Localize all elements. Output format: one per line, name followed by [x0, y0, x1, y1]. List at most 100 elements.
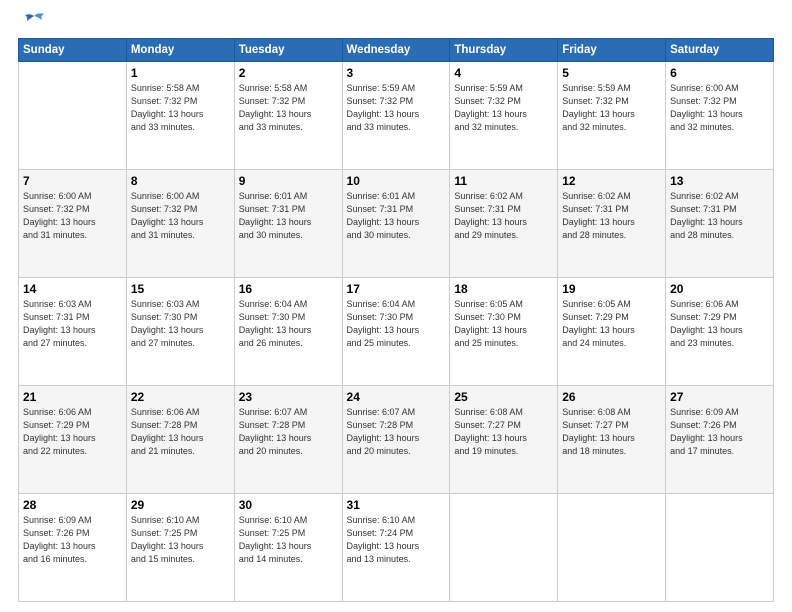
week-row-1: 1 Sunrise: 5:58 AMSunset: 7:32 PMDaylight… [19, 62, 774, 170]
calendar-cell: 18 Sunrise: 6:05 AMSunset: 7:30 PMDayligh… [450, 278, 558, 386]
day-info: Sunrise: 6:02 AMSunset: 7:31 PMDaylight:… [670, 190, 769, 242]
calendar-cell [666, 494, 774, 602]
day-number: 28 [23, 498, 122, 512]
calendar-cell: 31 Sunrise: 6:10 AMSunset: 7:24 PMDayligh… [342, 494, 450, 602]
calendar-cell: 6 Sunrise: 6:00 AMSunset: 7:32 PMDaylight… [666, 62, 774, 170]
calendar-cell: 28 Sunrise: 6:09 AMSunset: 7:26 PMDayligh… [19, 494, 127, 602]
day-number: 13 [670, 174, 769, 188]
day-header-sunday: Sunday [19, 39, 127, 62]
calendar-cell: 17 Sunrise: 6:04 AMSunset: 7:30 PMDayligh… [342, 278, 450, 386]
calendar-cell: 10 Sunrise: 6:01 AMSunset: 7:31 PMDayligh… [342, 170, 450, 278]
day-info: Sunrise: 6:10 AMSunset: 7:25 PMDaylight:… [131, 514, 230, 566]
day-number: 8 [131, 174, 230, 188]
calendar-cell: 13 Sunrise: 6:02 AMSunset: 7:31 PMDayligh… [666, 170, 774, 278]
calendar-cell [19, 62, 127, 170]
day-info: Sunrise: 6:06 AMSunset: 7:28 PMDaylight:… [131, 406, 230, 458]
day-info: Sunrise: 6:04 AMSunset: 7:30 PMDaylight:… [347, 298, 446, 350]
day-number: 23 [239, 390, 338, 404]
day-info: Sunrise: 6:07 AMSunset: 7:28 PMDaylight:… [239, 406, 338, 458]
calendar-cell: 22 Sunrise: 6:06 AMSunset: 7:28 PMDayligh… [126, 386, 234, 494]
day-info: Sunrise: 6:04 AMSunset: 7:30 PMDaylight:… [239, 298, 338, 350]
day-number: 24 [347, 390, 446, 404]
day-number: 3 [347, 66, 446, 80]
calendar-cell: 24 Sunrise: 6:07 AMSunset: 7:28 PMDayligh… [342, 386, 450, 494]
calendar-cell: 20Sunrise: 6:06 AMSunset: 7:29 PMDayligh… [666, 278, 774, 386]
day-number: 18 [454, 282, 553, 296]
day-info: Sunrise: 6:01 AMSunset: 7:31 PMDaylight:… [347, 190, 446, 242]
calendar-cell: 27Sunrise: 6:09 AMSunset: 7:26 PMDayligh… [666, 386, 774, 494]
day-number: 6 [670, 66, 769, 80]
day-number: 29 [131, 498, 230, 512]
day-info: Sunrise: 5:58 AMSunset: 7:32 PMDaylight:… [131, 82, 230, 134]
logo-bird-icon [20, 12, 48, 30]
week-row-3: 14 Sunrise: 6:03 AMSunset: 7:31 PMDayligh… [19, 278, 774, 386]
calendar-cell: 23 Sunrise: 6:07 AMSunset: 7:28 PMDayligh… [234, 386, 342, 494]
day-info: Sunrise: 6:03 AMSunset: 7:31 PMDaylight:… [23, 298, 122, 350]
day-info: Sunrise: 6:05 AMSunset: 7:30 PMDaylight:… [454, 298, 553, 350]
day-header-monday: Monday [126, 39, 234, 62]
day-number: 7 [23, 174, 122, 188]
day-header-thursday: Thursday [450, 39, 558, 62]
day-number: 22 [131, 390, 230, 404]
day-number: 12 [562, 174, 661, 188]
day-number: 17 [347, 282, 446, 296]
calendar-cell: 15 Sunrise: 6:03 AMSunset: 7:30 PMDayligh… [126, 278, 234, 386]
day-info: Sunrise: 6:10 AMSunset: 7:24 PMDaylight:… [347, 514, 446, 566]
day-info: Sunrise: 6:10 AMSunset: 7:25 PMDaylight:… [239, 514, 338, 566]
day-info: Sunrise: 6:02 AMSunset: 7:31 PMDaylight:… [454, 190, 553, 242]
day-info: Sunrise: 6:09 AMSunset: 7:26 PMDaylight:… [670, 406, 769, 458]
calendar-cell: 11 Sunrise: 6:02 AMSunset: 7:31 PMDayligh… [450, 170, 558, 278]
day-info: Sunrise: 6:01 AMSunset: 7:31 PMDaylight:… [239, 190, 338, 242]
day-number: 19 [562, 282, 661, 296]
logo [18, 18, 48, 30]
calendar-cell: 7Sunrise: 6:00 AMSunset: 7:32 PMDaylight… [19, 170, 127, 278]
calendar-header-row: SundayMondayTuesdayWednesdayThursdayFrid… [19, 39, 774, 62]
calendar-cell: 5Sunrise: 5:59 AMSunset: 7:32 PMDaylight… [558, 62, 666, 170]
day-header-wednesday: Wednesday [342, 39, 450, 62]
day-info: Sunrise: 6:00 AMSunset: 7:32 PMDaylight:… [131, 190, 230, 242]
calendar-cell [558, 494, 666, 602]
day-number: 4 [454, 66, 553, 80]
day-info: Sunrise: 6:05 AMSunset: 7:29 PMDaylight:… [562, 298, 661, 350]
calendar-cell: 3 Sunrise: 5:59 AMSunset: 7:32 PMDaylight… [342, 62, 450, 170]
day-header-tuesday: Tuesday [234, 39, 342, 62]
day-number: 31 [347, 498, 446, 512]
calendar-cell: 8 Sunrise: 6:00 AMSunset: 7:32 PMDaylight… [126, 170, 234, 278]
day-number: 20 [670, 282, 769, 296]
calendar-cell: 2Sunrise: 5:58 AMSunset: 7:32 PMDaylight… [234, 62, 342, 170]
day-header-friday: Friday [558, 39, 666, 62]
day-number: 1 [131, 66, 230, 80]
day-number: 11 [454, 174, 553, 188]
calendar-cell: 1 Sunrise: 5:58 AMSunset: 7:32 PMDaylight… [126, 62, 234, 170]
calendar-table: SundayMondayTuesdayWednesdayThursdayFrid… [18, 38, 774, 602]
day-number: 16 [239, 282, 338, 296]
day-number: 14 [23, 282, 122, 296]
calendar-cell: 26Sunrise: 6:08 AMSunset: 7:27 PMDayligh… [558, 386, 666, 494]
day-info: Sunrise: 6:03 AMSunset: 7:30 PMDaylight:… [131, 298, 230, 350]
calendar-cell: 12Sunrise: 6:02 AMSunset: 7:31 PMDayligh… [558, 170, 666, 278]
calendar-cell: 30Sunrise: 6:10 AMSunset: 7:25 PMDayligh… [234, 494, 342, 602]
day-info: Sunrise: 5:58 AMSunset: 7:32 PMDaylight:… [239, 82, 338, 134]
day-info: Sunrise: 5:59 AMSunset: 7:32 PMDaylight:… [454, 82, 553, 134]
calendar-cell [450, 494, 558, 602]
calendar-cell: 21 Sunrise: 6:06 AMSunset: 7:29 PMDayligh… [19, 386, 127, 494]
calendar-cell: 25Sunrise: 6:08 AMSunset: 7:27 PMDayligh… [450, 386, 558, 494]
calendar-cell: 9Sunrise: 6:01 AMSunset: 7:31 PMDaylight… [234, 170, 342, 278]
day-info: Sunrise: 6:06 AMSunset: 7:29 PMDaylight:… [23, 406, 122, 458]
day-info: Sunrise: 6:08 AMSunset: 7:27 PMDaylight:… [562, 406, 661, 458]
day-info: Sunrise: 5:59 AMSunset: 7:32 PMDaylight:… [347, 82, 446, 134]
day-info: Sunrise: 6:09 AMSunset: 7:26 PMDaylight:… [23, 514, 122, 566]
day-info: Sunrise: 6:07 AMSunset: 7:28 PMDaylight:… [347, 406, 446, 458]
calendar-cell: 29 Sunrise: 6:10 AMSunset: 7:25 PMDayligh… [126, 494, 234, 602]
day-number: 21 [23, 390, 122, 404]
header [18, 18, 774, 30]
day-info: Sunrise: 6:00 AMSunset: 7:32 PMDaylight:… [670, 82, 769, 134]
day-info: Sunrise: 5:59 AMSunset: 7:32 PMDaylight:… [562, 82, 661, 134]
week-row-4: 21 Sunrise: 6:06 AMSunset: 7:29 PMDayligh… [19, 386, 774, 494]
calendar-cell: 14 Sunrise: 6:03 AMSunset: 7:31 PMDayligh… [19, 278, 127, 386]
day-number: 25 [454, 390, 553, 404]
calendar-cell: 16 Sunrise: 6:04 AMSunset: 7:30 PMDayligh… [234, 278, 342, 386]
week-row-5: 28 Sunrise: 6:09 AMSunset: 7:26 PMDayligh… [19, 494, 774, 602]
day-number: 10 [347, 174, 446, 188]
day-number: 15 [131, 282, 230, 296]
